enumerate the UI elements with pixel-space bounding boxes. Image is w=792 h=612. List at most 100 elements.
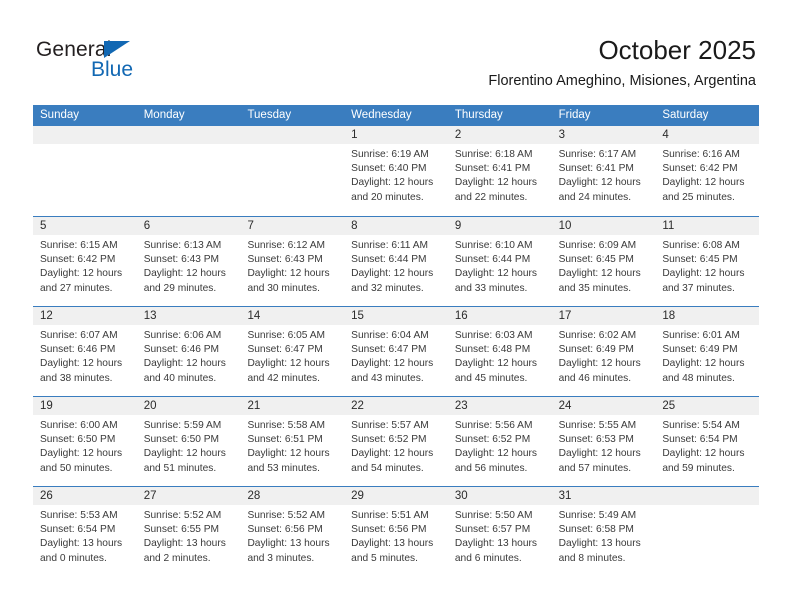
daylight-text: Daylight: 12 hours and 57 minutes. bbox=[558, 448, 641, 474]
calendar-day-cell[interactable]: 17 Sunrise: 6:02 AM Sunset: 6:49 PM Dayligh… bbox=[551, 307, 656, 396]
day-sun-info: Sunrise: 5:54 AM Sunset: 6:54 PM Daylight:… bbox=[655, 415, 759, 476]
day-sun-info: Sunrise: 6:00 AM Sunset: 6:50 PM Daylight:… bbox=[33, 415, 137, 476]
daylight-text: Daylight: 12 hours and 50 minutes. bbox=[40, 448, 123, 474]
sunrise-text: Sunrise: 5:58 AM bbox=[247, 420, 326, 431]
page-header: General Blue October 2025 Florentino Ame… bbox=[0, 0, 792, 100]
sunrise-text: Sunrise: 5:51 AM bbox=[351, 510, 429, 521]
day-number: 13 bbox=[136, 307, 241, 325]
calendar-day-cell[interactable]: 9 Sunrise: 6:10 AM Sunset: 6:44 PM Daylight… bbox=[447, 217, 552, 306]
calendar-day-cell[interactable]: 6 Sunrise: 6:13 AM Sunset: 6:43 PM Daylight… bbox=[136, 217, 241, 306]
daylight-text: Daylight: 12 hours and 29 minutes. bbox=[143, 268, 226, 294]
calendar-day-cell[interactable]: 26 Sunrise: 5:53 AM Sunset: 6:54 PM Dayligh… bbox=[33, 487, 137, 576]
general-blue-logo[interactable]: General Blue bbox=[36, 38, 216, 88]
page-title: October 2025 bbox=[598, 35, 756, 65]
daylight-text: Daylight: 12 hours and 43 minutes. bbox=[351, 358, 434, 384]
daylight-text: Daylight: 12 hours and 35 minutes. bbox=[558, 268, 641, 294]
calendar-day-cell[interactable]: 4 Sunrise: 6:16 AM Sunset: 6:42 PM Daylight… bbox=[655, 126, 760, 216]
day-number: 9 bbox=[447, 217, 552, 235]
sunrise-text: Sunrise: 5:56 AM bbox=[454, 420, 533, 431]
calendar-day-cell[interactable]: 27 Sunrise: 5:52 AM Sunset: 6:55 PM Dayligh… bbox=[136, 487, 241, 576]
calendar-week-row: 12 Sunrise: 6:07 AM Sunset: 6:46 PM Dayligh… bbox=[33, 306, 760, 396]
daylight-text: Daylight: 12 hours and 45 minutes. bbox=[454, 358, 537, 384]
calendar-day-cell[interactable]: 30 Sunrise: 5:50 AM Sunset: 6:57 PM Dayligh… bbox=[447, 487, 552, 576]
calendar-day-cell[interactable]: 8 Sunrise: 6:11 AM Sunset: 6:44 PM Daylight… bbox=[344, 217, 448, 306]
sunset-text: Sunset: 6:50 PM bbox=[143, 434, 220, 446]
sunset-text: Sunset: 6:46 PM bbox=[40, 344, 116, 356]
day-sun-info: Sunrise: 6:05 AM Sunset: 6:47 PM Daylight:… bbox=[240, 325, 344, 386]
sunset-text: Sunset: 6:41 PM bbox=[558, 163, 634, 175]
daylight-text: Daylight: 13 hours and 2 minutes. bbox=[143, 538, 226, 564]
day-number: 30 bbox=[447, 487, 552, 505]
calendar-day-cell[interactable]: 3 Sunrise: 6:17 AM Sunset: 6:41 PM Daylight… bbox=[551, 126, 656, 216]
sunrise-text: Sunrise: 5:52 AM bbox=[143, 510, 222, 521]
day-sun-info: Sunrise: 6:03 AM Sunset: 6:48 PM Daylight:… bbox=[448, 325, 552, 386]
calendar-day-cell[interactable]: 11 Sunrise: 6:08 AM Sunset: 6:45 PM Dayligh… bbox=[655, 217, 760, 306]
calendar-day-cell[interactable]: 24 Sunrise: 5:55 AM Sunset: 6:53 PM Dayligh… bbox=[551, 397, 656, 486]
day-sun-info: Sunrise: 5:53 AM Sunset: 6:54 PM Daylight:… bbox=[33, 505, 137, 566]
calendar-day-cell[interactable]: 22 Sunrise: 5:57 AM Sunset: 6:52 PM Dayligh… bbox=[344, 397, 448, 486]
daylight-text: Daylight: 13 hours and 5 minutes. bbox=[351, 538, 434, 564]
day-number: 14 bbox=[240, 307, 345, 325]
day-number: 8 bbox=[344, 217, 448, 235]
calendar-weeks: 1 Sunrise: 6:19 AM Sunset: 6:40 PM Daylight… bbox=[33, 126, 760, 576]
calendar-day-cell[interactable]: 18 Sunrise: 6:01 AM Sunset: 6:49 PM Dayligh… bbox=[655, 307, 760, 396]
daylight-text: Daylight: 12 hours and 51 minutes. bbox=[143, 448, 226, 474]
day-number: 25 bbox=[655, 397, 760, 415]
day-sun-info: Sunrise: 6:04 AM Sunset: 6:47 PM Daylight:… bbox=[344, 325, 448, 386]
calendar-day-cell[interactable]: 25 Sunrise: 5:54 AM Sunset: 6:54 PM Dayligh… bbox=[655, 397, 760, 486]
daylight-text: Daylight: 12 hours and 48 minutes. bbox=[662, 358, 745, 384]
day-sun-info: Sunrise: 6:06 AM Sunset: 6:46 PM Daylight:… bbox=[137, 325, 241, 386]
day-sun-info: Sunrise: 6:19 AM Sunset: 6:40 PM Daylight:… bbox=[344, 144, 448, 205]
day-number bbox=[240, 126, 345, 144]
day-number: 16 bbox=[447, 307, 552, 325]
day-number: 21 bbox=[240, 397, 345, 415]
calendar-day-cell[interactable]: 15 Sunrise: 6:04 AM Sunset: 6:47 PM Dayligh… bbox=[344, 307, 448, 396]
weekday-header-monday: Monday bbox=[143, 109, 185, 121]
sunrise-text: Sunrise: 5:49 AM bbox=[558, 510, 637, 521]
day-sun-info: Sunrise: 5:55 AM Sunset: 6:53 PM Daylight:… bbox=[552, 415, 656, 476]
sunset-text: Sunset: 6:42 PM bbox=[40, 254, 116, 266]
calendar-day-cell[interactable]: 29 Sunrise: 5:51 AM Sunset: 6:56 PM Dayligh… bbox=[344, 487, 448, 576]
calendar-day-cell[interactable]: 31 Sunrise: 5:49 AM Sunset: 6:58 PM Dayligh… bbox=[551, 487, 656, 576]
sunset-text: Sunset: 6:54 PM bbox=[662, 434, 738, 446]
calendar-day-cell[interactable]: 28 Sunrise: 5:52 AM Sunset: 6:56 PM Dayligh… bbox=[240, 487, 345, 576]
day-number: 29 bbox=[344, 487, 448, 505]
daylight-text: Daylight: 12 hours and 24 minutes. bbox=[558, 177, 641, 203]
calendar-day-cell[interactable]: 10 Sunrise: 6:09 AM Sunset: 6:45 PM Dayligh… bbox=[551, 217, 656, 306]
calendar-day-cell[interactable]: 5 Sunrise: 6:15 AM Sunset: 6:42 PM Daylight… bbox=[33, 217, 137, 306]
sunrise-text: Sunrise: 6:04 AM bbox=[351, 330, 429, 341]
sunrise-text: Sunrise: 6:06 AM bbox=[143, 330, 222, 341]
daylight-text: Daylight: 12 hours and 30 minutes. bbox=[247, 268, 330, 294]
calendar-day-cell[interactable]: 21 Sunrise: 5:58 AM Sunset: 6:51 PM Dayligh… bbox=[240, 397, 345, 486]
sunrise-text: Sunrise: 6:17 AM bbox=[558, 149, 637, 160]
triangle-icon bbox=[104, 41, 130, 58]
calendar-day-cell[interactable]: 16 Sunrise: 6:03 AM Sunset: 6:48 PM Dayligh… bbox=[447, 307, 552, 396]
day-sun-info: Sunrise: 6:07 AM Sunset: 6:46 PM Daylight:… bbox=[33, 325, 137, 386]
calendar-day-cell[interactable]: 14 Sunrise: 6:05 AM Sunset: 6:47 PM Dayligh… bbox=[240, 307, 345, 396]
calendar-day-cell[interactable]: 12 Sunrise: 6:07 AM Sunset: 6:46 PM Dayligh… bbox=[33, 307, 137, 396]
calendar-day-cell[interactable]: 19 Sunrise: 6:00 AM Sunset: 6:50 PM Dayligh… bbox=[33, 397, 137, 486]
sunset-text: Sunset: 6:53 PM bbox=[558, 434, 634, 446]
daylight-text: Daylight: 12 hours and 22 minutes. bbox=[454, 177, 537, 203]
daylight-text: Daylight: 13 hours and 0 minutes. bbox=[40, 538, 123, 564]
calendar-day-cell[interactable]: 13 Sunrise: 6:06 AM Sunset: 6:46 PM Dayligh… bbox=[136, 307, 241, 396]
calendar-day-cell[interactable]: 7 Sunrise: 6:12 AM Sunset: 6:43 PM Daylight… bbox=[240, 217, 345, 306]
day-sun-info: Sunrise: 6:10 AM Sunset: 6:44 PM Daylight:… bbox=[448, 235, 552, 296]
day-sun-info: Sunrise: 5:52 AM Sunset: 6:56 PM Daylight:… bbox=[240, 505, 344, 566]
day-number: 7 bbox=[240, 217, 345, 235]
day-sun-info: Sunrise: 5:49 AM Sunset: 6:58 PM Daylight:… bbox=[552, 505, 656, 566]
day-sun-info: Sunrise: 5:56 AM Sunset: 6:52 PM Daylight:… bbox=[448, 415, 552, 476]
sunset-text: Sunset: 6:47 PM bbox=[351, 344, 427, 356]
day-sun-info: Sunrise: 5:58 AM Sunset: 6:51 PM Daylight:… bbox=[240, 415, 344, 476]
calendar-day-cell[interactable]: 1 Sunrise: 6:19 AM Sunset: 6:40 PM Daylight… bbox=[344, 126, 448, 216]
sunset-text: Sunset: 6:49 PM bbox=[558, 344, 634, 356]
sunrise-text: Sunrise: 6:19 AM bbox=[351, 149, 429, 160]
calendar-day-cell[interactable]: 23 Sunrise: 5:56 AM Sunset: 6:52 PM Dayligh… bbox=[447, 397, 552, 486]
calendar-day-cell[interactable]: 2 Sunrise: 6:18 AM Sunset: 6:41 PM Daylight… bbox=[447, 126, 552, 216]
day-sun-info: Sunrise: 5:50 AM Sunset: 6:57 PM Daylight:… bbox=[448, 505, 552, 566]
calendar-day-cell[interactable]: 20 Sunrise: 5:59 AM Sunset: 6:50 PM Dayligh… bbox=[136, 397, 241, 486]
day-sun-info: Sunrise: 6:01 AM Sunset: 6:49 PM Daylight:… bbox=[655, 325, 759, 386]
sunrise-text: Sunrise: 5:55 AM bbox=[558, 420, 637, 431]
weekday-header-sunday: Sunday bbox=[40, 109, 80, 121]
daylight-text: Daylight: 12 hours and 42 minutes. bbox=[247, 358, 330, 384]
